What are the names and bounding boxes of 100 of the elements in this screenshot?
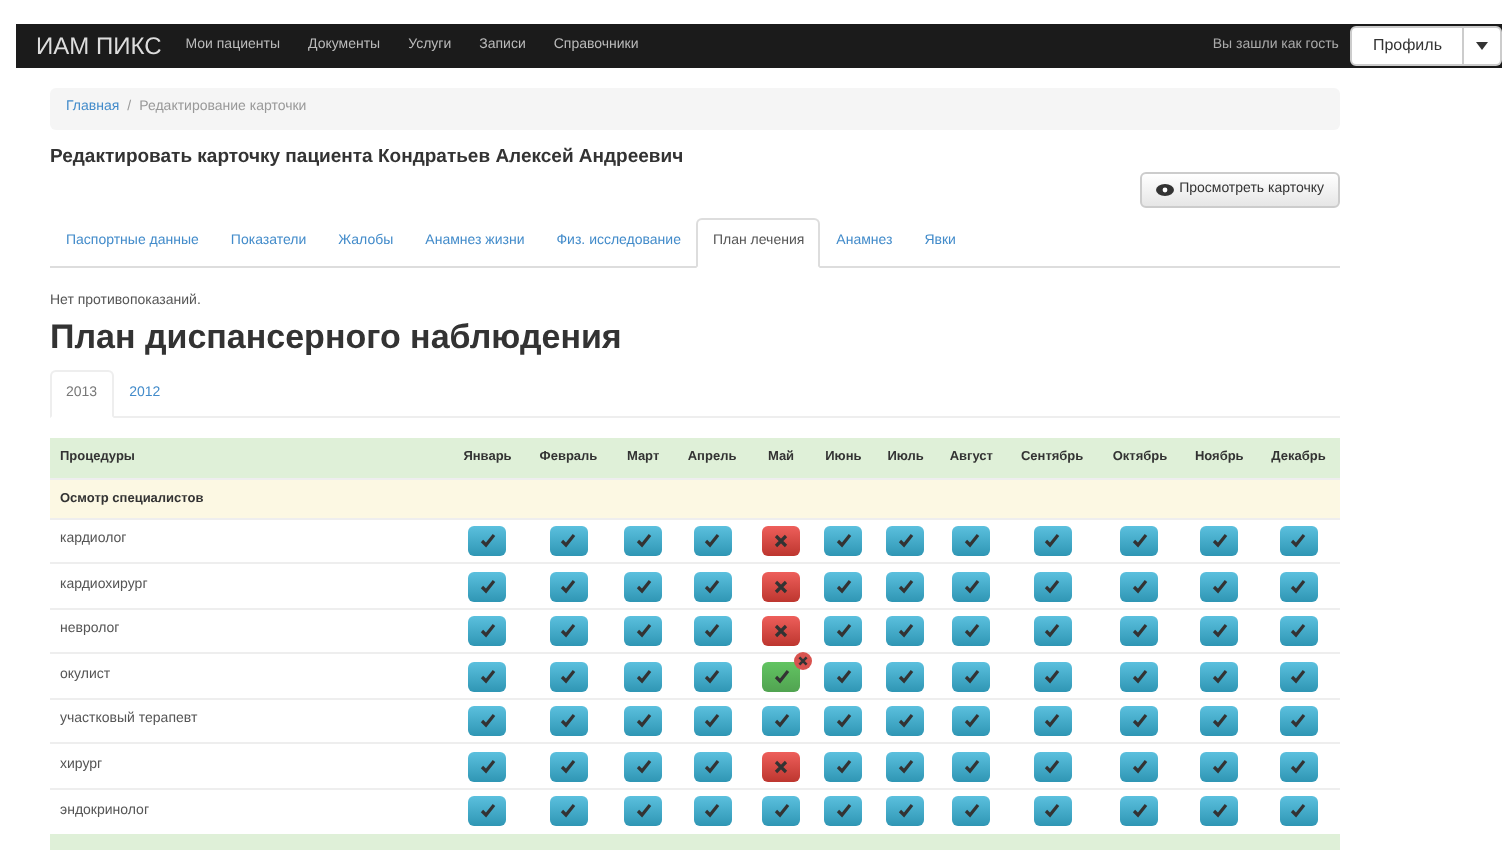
planned-checkbox[interactable] xyxy=(468,706,507,737)
planned-checkbox[interactable] xyxy=(468,616,507,647)
check-icon xyxy=(704,579,721,594)
planned-checkbox[interactable] xyxy=(468,661,507,692)
check-icon xyxy=(704,624,721,639)
planned-checkbox[interactable] xyxy=(549,751,588,782)
planned-checkbox[interactable] xyxy=(886,661,925,692)
planned-checkbox[interactable] xyxy=(1120,616,1159,647)
planned-checkbox[interactable] xyxy=(1200,706,1239,737)
planned-checkbox[interactable] xyxy=(886,796,925,827)
planned-checkbox[interactable] xyxy=(1033,526,1072,557)
planned-checkbox[interactable] xyxy=(1120,796,1159,827)
done-checkbox[interactable] xyxy=(762,661,801,692)
planned-checkbox[interactable] xyxy=(693,526,732,557)
planned-checkbox[interactable] xyxy=(952,706,991,737)
planned-checkbox[interactable] xyxy=(1120,571,1159,602)
planned-checkbox[interactable] xyxy=(952,526,991,557)
planned-checkbox[interactable] xyxy=(1120,706,1159,737)
planned-checkbox[interactable] xyxy=(1200,751,1239,782)
planned-checkbox[interactable] xyxy=(1200,796,1239,827)
planned-checkbox[interactable] xyxy=(1033,571,1072,602)
planned-checkbox[interactable] xyxy=(1200,616,1239,647)
planned-checkbox[interactable] xyxy=(1120,526,1159,557)
planned-checkbox[interactable] xyxy=(1120,661,1159,692)
planned-checkbox[interactable] xyxy=(693,706,732,737)
planned-checkbox[interactable] xyxy=(824,796,863,827)
planned-checkbox[interactable] xyxy=(549,616,588,647)
planned-checkbox[interactable] xyxy=(1279,751,1318,782)
planned-checkbox[interactable] xyxy=(468,796,507,827)
planned-checkbox[interactable] xyxy=(468,571,507,602)
planned-checkbox[interactable] xyxy=(624,526,663,557)
check-icon xyxy=(479,669,496,684)
brand-logo[interactable]: ИАМ ПИКС xyxy=(36,28,162,64)
check-icon xyxy=(560,624,577,639)
planned-checkbox[interactable] xyxy=(624,706,663,737)
planned-checkbox[interactable] xyxy=(824,706,863,737)
planned-checkbox[interactable] xyxy=(1033,661,1072,692)
planned-checkbox[interactable] xyxy=(549,706,588,737)
planned-checkbox[interactable] xyxy=(624,661,663,692)
planned-checkbox[interactable] xyxy=(952,571,991,602)
planned-checkbox[interactable] xyxy=(693,751,732,782)
planned-checkbox[interactable] xyxy=(693,796,732,827)
planned-checkbox[interactable] xyxy=(1279,661,1318,692)
dropdown-toggle-button[interactable] xyxy=(1464,26,1502,66)
planned-checkbox[interactable] xyxy=(1033,751,1072,782)
planned-checkbox[interactable] xyxy=(624,571,663,602)
planned-checkbox[interactable] xyxy=(549,526,588,557)
check-icon xyxy=(635,624,652,639)
planned-checkbox[interactable] xyxy=(1279,571,1318,602)
check-icon xyxy=(560,759,577,774)
check-icon xyxy=(1131,624,1148,639)
planned-checkbox[interactable] xyxy=(824,751,863,782)
planned-checkbox[interactable] xyxy=(952,796,991,827)
planned-checkbox[interactable] xyxy=(1120,751,1159,782)
planned-checkbox[interactable] xyxy=(886,706,925,737)
planned-checkbox[interactable] xyxy=(549,661,588,692)
missed-mark[interactable] xyxy=(762,751,801,782)
planned-checkbox[interactable] xyxy=(762,706,801,737)
planned-checkbox[interactable] xyxy=(1279,706,1318,737)
planned-checkbox[interactable] xyxy=(886,751,925,782)
planned-checkbox[interactable] xyxy=(1200,571,1239,602)
check-icon xyxy=(1290,804,1307,819)
planned-checkbox[interactable] xyxy=(624,751,663,782)
planned-checkbox[interactable] xyxy=(1279,526,1318,557)
planned-checkbox[interactable] xyxy=(693,661,732,692)
planned-checkbox[interactable] xyxy=(549,796,588,827)
missed-mark[interactable] xyxy=(762,571,801,602)
planned-checkbox[interactable] xyxy=(1200,526,1239,557)
missed-mark[interactable] xyxy=(762,616,801,647)
planned-checkbox[interactable] xyxy=(1033,706,1072,737)
planned-checkbox[interactable] xyxy=(824,616,863,647)
profile-button[interactable]: Профиль xyxy=(1350,26,1464,66)
planned-checkbox[interactable] xyxy=(1279,796,1318,827)
planned-checkbox[interactable] xyxy=(952,616,991,647)
planned-checkbox[interactable] xyxy=(693,571,732,602)
planned-checkbox[interactable] xyxy=(549,571,588,602)
missed-mark[interactable] xyxy=(762,526,801,557)
planned-checkbox[interactable] xyxy=(468,751,507,782)
planned-checkbox[interactable] xyxy=(952,661,991,692)
planned-checkbox[interactable] xyxy=(886,616,925,647)
check-icon xyxy=(635,534,652,549)
planned-checkbox[interactable] xyxy=(1033,616,1072,647)
planned-checkbox[interactable] xyxy=(1279,616,1318,647)
planned-checkbox[interactable] xyxy=(824,661,863,692)
check-icon xyxy=(560,579,577,594)
planned-checkbox[interactable] xyxy=(824,526,863,557)
planned-checkbox[interactable] xyxy=(1200,661,1239,692)
planned-checkbox[interactable] xyxy=(824,571,863,602)
check-icon xyxy=(963,579,980,594)
planned-checkbox[interactable] xyxy=(624,616,663,647)
planned-checkbox[interactable] xyxy=(468,526,507,557)
planned-checkbox[interactable] xyxy=(1033,796,1072,827)
planned-checkbox[interactable] xyxy=(624,796,663,827)
planned-checkbox[interactable] xyxy=(886,571,925,602)
remove-icon[interactable] xyxy=(794,651,813,670)
planned-checkbox[interactable] xyxy=(762,796,801,827)
planned-checkbox[interactable] xyxy=(693,616,732,647)
planned-checkbox[interactable] xyxy=(886,526,925,557)
planned-checkbox[interactable] xyxy=(952,751,991,782)
check-icon xyxy=(1290,714,1307,729)
